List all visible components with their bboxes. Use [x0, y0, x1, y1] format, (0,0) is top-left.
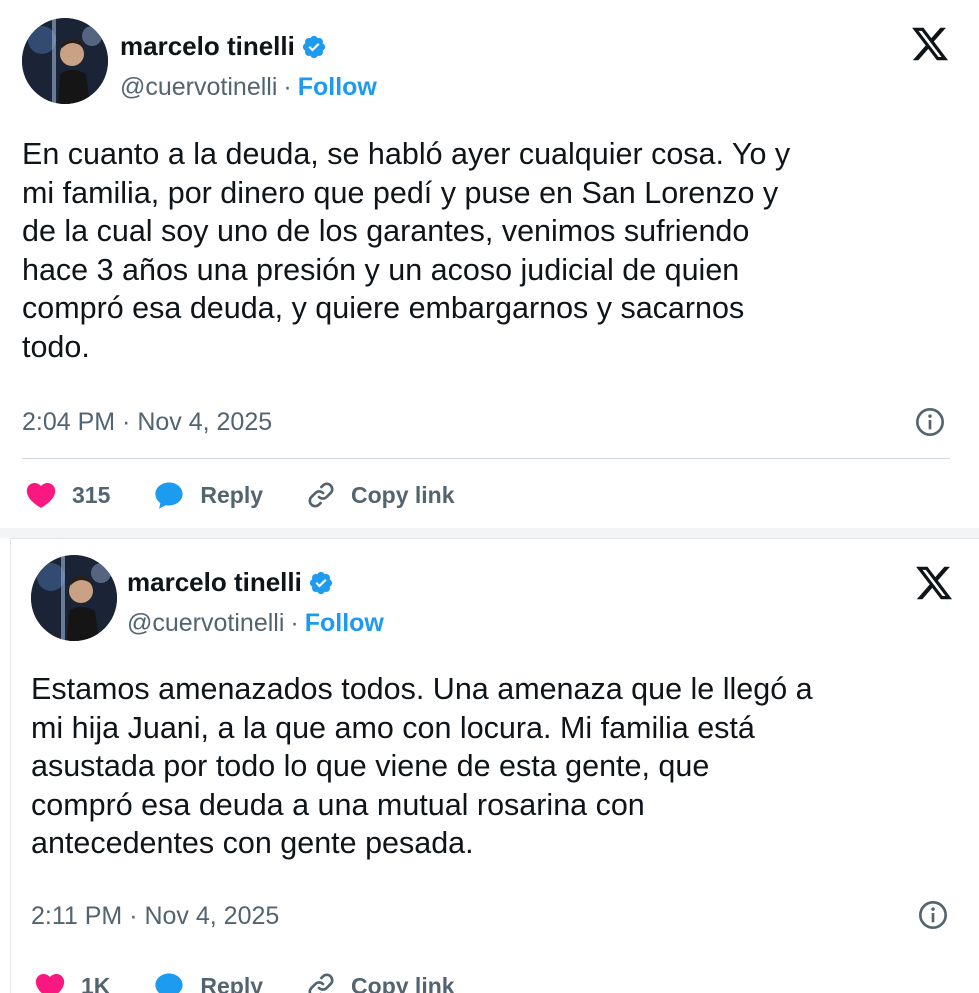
author-name-row[interactable]: marcelo tinelli [127, 567, 334, 598]
follow-button[interactable]: Follow [298, 73, 377, 102]
separator-dot: · [290, 609, 298, 638]
reply-bubble-icon [152, 969, 186, 993]
like-count: 315 [72, 482, 110, 509]
verified-badge-icon [301, 34, 327, 60]
x-logo-icon[interactable] [910, 24, 950, 64]
follow-button[interactable]: Follow [305, 609, 384, 638]
avatar[interactable] [31, 555, 117, 641]
author-handle[interactable]: @cuervotinelli [120, 73, 277, 102]
tweet-text: En cuanto a la deuda, se habló ayer cual… [22, 135, 790, 367]
tweet-text: Estamos amenazados todos. Una amenaza qu… [31, 670, 813, 863]
author-name[interactable]: marcelo tinelli [120, 31, 295, 62]
info-icon[interactable] [914, 406, 946, 438]
link-icon [305, 479, 337, 511]
x-logo-icon[interactable] [914, 563, 954, 603]
reply-bubble-icon [152, 478, 186, 512]
copy-link-button[interactable]: Copy link [305, 970, 455, 993]
heart-icon [33, 969, 67, 993]
tweet-card-1: marcelo tinelli @cuervotinelli · Follow … [0, 0, 979, 528]
like-count: 1K [81, 973, 110, 993]
author-name-row[interactable]: marcelo tinelli [120, 31, 327, 62]
tweet-timestamp[interactable]: 2:04 PM · Nov 4, 2025 [22, 408, 272, 437]
action-bar: 1K Reply Copy link [33, 969, 497, 993]
tweet-card-2: marcelo tinelli @cuervotinelli · Follow … [10, 538, 979, 993]
avatar[interactable] [22, 18, 108, 104]
action-bar: 315 Reply Copy link [24, 478, 497, 512]
separator-band [0, 528, 979, 538]
copy-link-button[interactable]: Copy link [305, 479, 455, 511]
reply-label: Reply [200, 482, 263, 509]
author-name[interactable]: marcelo tinelli [127, 567, 302, 598]
reply-button[interactable]: Reply [152, 969, 263, 993]
verified-badge-icon [308, 570, 334, 596]
reply-label: Reply [200, 973, 263, 993]
heart-icon [24, 478, 58, 512]
like-button[interactable]: 1K [33, 969, 110, 993]
author-handle-row: @cuervotinelli · Follow [127, 609, 384, 638]
reply-button[interactable]: Reply [152, 478, 263, 512]
like-button[interactable]: 315 [24, 478, 110, 512]
link-icon [305, 970, 337, 993]
copy-link-label: Copy link [351, 482, 455, 509]
author-handle[interactable]: @cuervotinelli [127, 609, 284, 638]
author-handle-row: @cuervotinelli · Follow [120, 73, 377, 102]
info-icon[interactable] [917, 899, 949, 931]
copy-link-label: Copy link [351, 973, 455, 993]
divider [22, 458, 950, 459]
separator-dot: · [283, 73, 291, 102]
tweet-timestamp[interactable]: 2:11 PM · Nov 4, 2025 [31, 902, 279, 931]
